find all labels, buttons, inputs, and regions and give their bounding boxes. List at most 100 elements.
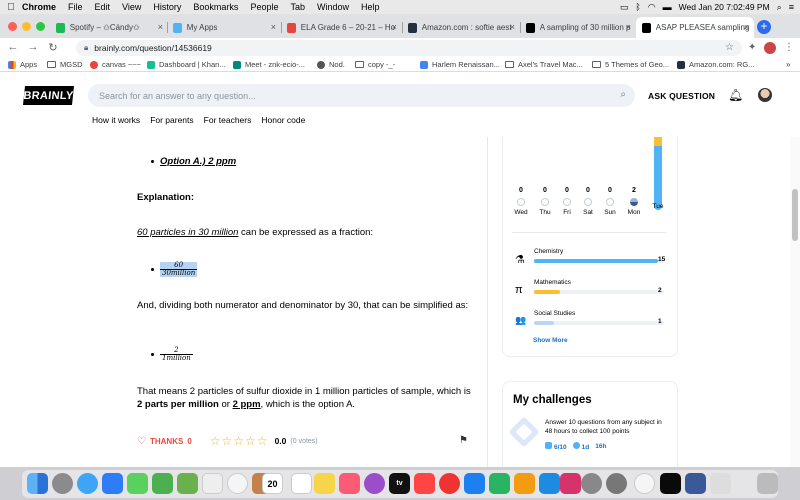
- bookmark-mgsd[interactable]: MGSD: [47, 60, 83, 69]
- tab-ela-grade[interactable]: ELA Grade 6 – 20-21 – Ho ×: [281, 17, 402, 38]
- tab-my-apps[interactable]: My Apps ×: [167, 17, 281, 38]
- minimize-window-button[interactable]: [22, 22, 31, 31]
- bookmark-harlem[interactable]: Harlem Renaissan...: [420, 60, 500, 69]
- bookmark-copy[interactable]: copy -_-: [355, 60, 395, 69]
- menu-help[interactable]: Help: [361, 2, 380, 12]
- screen-time-icon[interactable]: [606, 473, 627, 494]
- ask-question-button[interactable]: ASK QUESTION: [648, 91, 715, 101]
- launchpad-icon[interactable]: [52, 473, 73, 494]
- chrome-dock-icon[interactable]: [634, 473, 655, 494]
- user-avatar[interactable]: [758, 88, 772, 102]
- notification-bell-icon[interactable]: 🔔︎: [728, 88, 743, 102]
- numbers-icon[interactable]: [489, 473, 510, 494]
- finder-window-icon[interactable]: [710, 473, 731, 494]
- subject-chemistry[interactable]: ⚗ Chemistry 15: [512, 248, 668, 274]
- scrollbar-thumb[interactable]: [792, 189, 798, 241]
- nav-how-it-works[interactable]: How it works: [92, 115, 140, 125]
- screen-mirror-icon[interactable]: ▭: [620, 2, 629, 13]
- extensions-puzzle-icon[interactable]: ✦: [748, 42, 756, 53]
- search-icon[interactable]: ⌕: [777, 2, 782, 13]
- nav-for-teachers[interactable]: For teachers: [204, 115, 252, 125]
- menu-app-name[interactable]: Chrome: [22, 2, 56, 12]
- facetime-icon[interactable]: [152, 473, 173, 494]
- menu-people[interactable]: People: [250, 2, 278, 12]
- search-input[interactable]: Search for an answer to any question... …: [88, 84, 635, 107]
- reload-icon[interactable]: ↻: [46, 41, 60, 54]
- finder-icon[interactable]: [27, 473, 48, 494]
- messages-icon[interactable]: [127, 473, 148, 494]
- menu-edit[interactable]: Edit: [95, 2, 111, 12]
- news-icon[interactable]: [414, 473, 435, 494]
- music-icon[interactable]: [339, 473, 360, 494]
- thanks-button[interactable]: ♡ THANKS 0: [137, 436, 192, 447]
- tab-spotify[interactable]: Spotify – ✩Cándy✩ ×: [50, 17, 168, 38]
- report-flag-icon[interactable]: ⚑: [459, 435, 468, 446]
- menu-tab[interactable]: Tab: [290, 2, 305, 12]
- menu-file[interactable]: File: [68, 2, 83, 12]
- tab-asap-active[interactable]: ASAP PLEASEA sampling ×: [636, 17, 754, 38]
- menu-bookmarks[interactable]: Bookmarks: [193, 2, 238, 12]
- close-tab-icon[interactable]: ×: [510, 22, 515, 32]
- show-more-link[interactable]: Show More: [533, 337, 568, 344]
- bookmark-nod[interactable]: Nod.: [317, 60, 345, 69]
- apple-menu-icon[interactable]: : [0, 2, 22, 13]
- bookmark-khan[interactable]: Dashboard | Khan...: [147, 60, 226, 69]
- bookmark-amazon[interactable]: Amazon.com: RG...: [677, 60, 754, 69]
- safari-icon[interactable]: [77, 473, 98, 494]
- trash-icon[interactable]: [757, 473, 778, 494]
- pages-icon[interactable]: [514, 473, 535, 494]
- app-store-icon[interactable]: [539, 473, 560, 494]
- close-window-button[interactable]: [8, 22, 17, 31]
- photos-icon[interactable]: [202, 473, 223, 494]
- close-tab-icon[interactable]: ×: [392, 22, 397, 32]
- bluetooth-icon[interactable]: ᛒ: [635, 2, 640, 12]
- zoom-window-button[interactable]: [36, 22, 45, 31]
- stocks-icon[interactable]: [439, 473, 460, 494]
- more-menu-icon[interactable]: ⋮: [784, 42, 794, 53]
- mail-icon[interactable]: [102, 473, 123, 494]
- maps-icon[interactable]: [177, 473, 198, 494]
- page-scrollbar[interactable]: [790, 137, 800, 467]
- bookmarks-overflow-icon[interactable]: »: [786, 60, 790, 69]
- control-center-icon[interactable]: ≡: [789, 2, 794, 12]
- menu-view[interactable]: View: [122, 2, 141, 12]
- close-tab-icon[interactable]: ×: [744, 22, 749, 32]
- back-arrow-icon[interactable]: ←: [6, 41, 20, 53]
- close-tab-icon[interactable]: ×: [271, 22, 276, 32]
- address-bar[interactable]: 🔒︎ brainly.com/question/14536619 ☆: [76, 40, 742, 56]
- wifi-icon[interactable]: ◠: [648, 2, 656, 13]
- forward-arrow-icon[interactable]: →: [26, 41, 40, 53]
- bookmark-axel[interactable]: Axel's Travel Mac...: [505, 60, 583, 69]
- rating-stars[interactable]: ☆☆☆☆☆: [210, 434, 269, 448]
- subject-mathematics[interactable]: π Mathematics 2: [512, 279, 668, 305]
- apple-tv-icon[interactable]: tv: [389, 473, 410, 494]
- new-tab-button[interactable]: +: [757, 20, 771, 34]
- search-icon[interactable]: ⌕: [620, 89, 626, 100]
- close-tab-icon[interactable]: ×: [158, 22, 163, 32]
- terminal-icon[interactable]: [660, 473, 681, 494]
- bookmark-canvas[interactable]: canvas ~~~: [90, 60, 141, 69]
- bookmark-apps[interactable]: Apps: [8, 60, 37, 69]
- badge-app-icon[interactable]: [560, 473, 581, 494]
- close-tab-icon[interactable]: ×: [626, 22, 631, 32]
- system-preferences-icon[interactable]: [581, 473, 602, 494]
- chrome-icon[interactable]: [227, 473, 248, 494]
- bookmark-star-icon[interactable]: ☆: [725, 42, 734, 53]
- battery-icon[interactable]: ▬: [663, 2, 672, 12]
- keynote-icon[interactable]: [464, 473, 485, 494]
- podcasts-icon[interactable]: [364, 473, 385, 494]
- menu-window[interactable]: Window: [317, 2, 349, 12]
- brainly-logo[interactable]: BRAINLY: [23, 86, 74, 105]
- notes-icon[interactable]: [314, 473, 335, 494]
- menubar-clock[interactable]: Wed Jan 20 7:02:49 PM: [679, 2, 770, 12]
- bookmark-themes[interactable]: 5 Themes of Geo...: [592, 60, 669, 69]
- nav-for-parents[interactable]: For parents: [150, 115, 193, 125]
- tab-sampling[interactable]: A sampling of 30 million p ×: [520, 17, 636, 38]
- calendar-icon[interactable]: 20: [262, 473, 283, 494]
- profile-avatar-icon[interactable]: [764, 42, 776, 54]
- nav-honor-code[interactable]: Honor code: [261, 115, 305, 125]
- preview-icon[interactable]: [685, 473, 706, 494]
- reminders-icon[interactable]: [291, 473, 312, 494]
- subject-social-studies[interactable]: 👥 Social Studies 1: [512, 310, 668, 336]
- bookmark-meet[interactable]: Meet - znk-ecio-...: [233, 60, 305, 69]
